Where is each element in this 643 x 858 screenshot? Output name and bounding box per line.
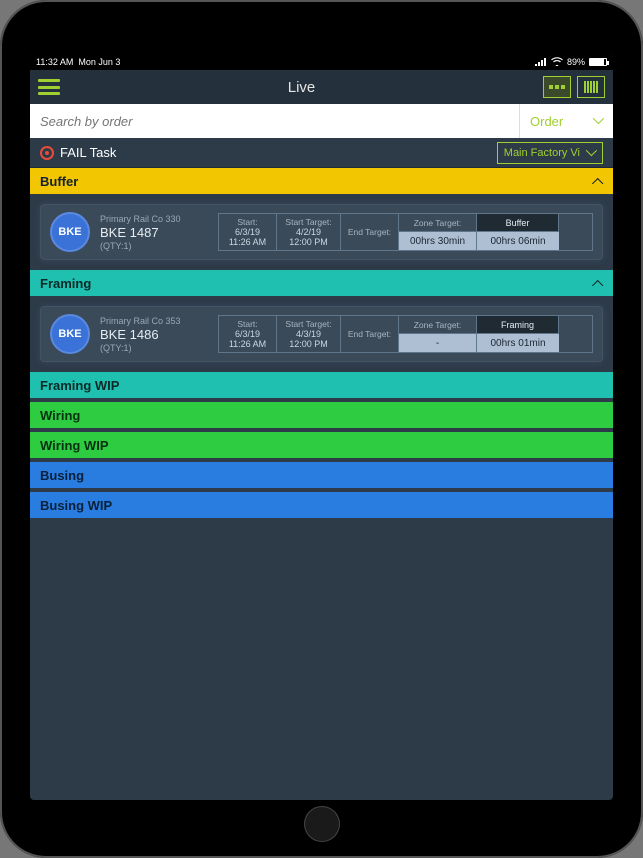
page-title: Live (288, 79, 316, 96)
order-id: BKE 1487 (100, 225, 208, 240)
order-card[interactable]: BKE Primary Rail Co 353 BKE 1486 (QTY:1)… (40, 306, 603, 362)
chevron-down-icon (593, 116, 603, 126)
order-company: Primary Rail Co 330 (100, 214, 208, 224)
search-filter-label: Order (530, 114, 563, 129)
factory-view-label: Main Factory Vi (504, 147, 580, 159)
section-label: Busing (40, 468, 84, 483)
order-qty: (QTY:1) (100, 343, 208, 353)
section-label: Framing (40, 276, 91, 291)
chevron-up-icon (593, 278, 603, 288)
barcode-icon (584, 81, 598, 93)
order-qty: (QTY:1) (100, 241, 208, 251)
fail-task-button[interactable]: FAIL Task (60, 145, 116, 160)
order-badge: BKE (50, 314, 90, 354)
fail-icon (40, 146, 54, 160)
view-barcode-button[interactable] (577, 76, 605, 98)
section-label: Wiring (40, 408, 80, 423)
battery-icon (589, 58, 607, 66)
wifi-icon (551, 57, 563, 68)
home-button[interactable] (304, 806, 340, 842)
menu-button[interactable] (38, 79, 60, 95)
chevron-down-icon (586, 148, 596, 158)
section-header-framing-wip[interactable]: Framing WIP (30, 372, 613, 398)
order-metrics: Start: 6/3/1911:26 AM Start Target: 4/2/… (218, 213, 593, 251)
view-grid-button[interactable] (543, 76, 571, 98)
section-label: Busing WIP (40, 498, 112, 513)
section-header-buffer[interactable]: Buffer (30, 168, 613, 194)
task-row: FAIL Task Main Factory Vi (30, 138, 613, 168)
order-badge: BKE (50, 212, 90, 252)
cellular-icon (535, 58, 547, 66)
section-label: Buffer (40, 174, 78, 189)
order-card[interactable]: BKE Primary Rail Co 330 BKE 1487 (QTY:1)… (40, 204, 603, 260)
navbar: Live (30, 70, 613, 104)
order-company: Primary Rail Co 353 (100, 316, 208, 326)
factory-view-select[interactable]: Main Factory Vi (497, 142, 603, 164)
search-row: Order (30, 104, 613, 138)
section-header-wiring-wip[interactable]: Wiring WIP (30, 432, 613, 458)
section-header-wiring[interactable]: Wiring (30, 402, 613, 428)
status-date: Mon Jun 3 (78, 57, 120, 67)
chevron-up-icon (593, 176, 603, 186)
order-id: BKE 1486 (100, 327, 208, 342)
sections-list: Buffer BKE Primary Rail Co 330 BKE 1487 … (30, 168, 613, 800)
order-metrics: Start: 6/3/1911:26 AM Start Target: 4/3/… (218, 315, 593, 353)
section-header-framing[interactable]: Framing (30, 270, 613, 296)
battery-percent: 89% (567, 57, 585, 67)
section-header-busing-wip[interactable]: Busing WIP (30, 492, 613, 518)
section-header-busing[interactable]: Busing (30, 462, 613, 488)
section-label: Framing WIP (40, 378, 119, 393)
section-label: Wiring WIP (40, 438, 109, 453)
status-bar: 11:32 AM Mon Jun 3 89% (30, 54, 613, 70)
status-time: 11:32 AM (36, 57, 73, 67)
search-filter-select[interactable]: Order (519, 104, 613, 138)
grid-icon (549, 85, 565, 89)
search-input[interactable] (30, 104, 519, 138)
